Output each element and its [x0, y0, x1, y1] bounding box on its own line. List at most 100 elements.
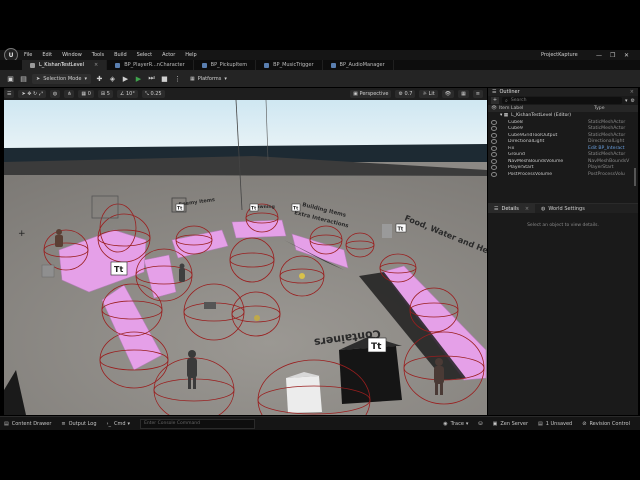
tab-audio-manager[interactable]: BP_AudioManager — [323, 60, 394, 70]
menu-build[interactable]: Build — [114, 52, 127, 58]
minimize-button[interactable]: — — [596, 52, 602, 59]
revision-control-label: Revision Control — [589, 420, 630, 427]
filter-icon[interactable]: ▾ — [625, 98, 628, 104]
selection-mode-button[interactable]: ➤ Selection Mode ▾ — [32, 73, 91, 84]
close-icon[interactable]: × — [525, 206, 529, 212]
outliner-row[interactable]: PostProcessVolume PostProcessVolu — [488, 171, 638, 178]
play-options-icon[interactable]: ⋮ — [173, 74, 182, 83]
output-log-button[interactable]: ≡ Output Log — [61, 421, 96, 427]
lit-label: Lit — [428, 91, 435, 97]
visibility-icon[interactable] — [491, 165, 497, 171]
visibility-icon[interactable] — [491, 158, 497, 164]
tab-details[interactable]: ☰ Details × — [488, 204, 536, 213]
right-panel: ☰ Outliner × + ⌕ Search ▾ ⚙ 👁 Item Label… — [488, 88, 638, 415]
stop-icon[interactable]: ■ — [160, 74, 169, 83]
surface-snap-icon[interactable]: ⋔ — [64, 90, 75, 98]
platforms-button[interactable]: ▦ Platforms ▾ — [186, 74, 231, 84]
menu-edit[interactable]: Edit — [42, 52, 52, 58]
text-actor-icon[interactable]: Tt — [395, 223, 407, 233]
menu-file[interactable]: File — [24, 52, 32, 58]
tab-label: L_KishanTestLevel — [39, 62, 85, 68]
outliner-columns: 👁 Item Label Type — [488, 105, 638, 112]
grid-icon: ⊞ — [100, 91, 106, 97]
outliner-level-row[interactable]: ▾ ▦ L_KishanTestLevel (Editor) — [488, 112, 638, 119]
browse-icon[interactable]: ▤ — [19, 74, 28, 83]
zen-server-button[interactable]: ▣ Zen Server — [493, 421, 528, 427]
lightbulb-icon: ☼ — [422, 91, 427, 97]
visibility-icon[interactable] — [491, 119, 497, 125]
close-button[interactable]: ✕ — [624, 52, 629, 59]
perspective-button[interactable]: ▣ Perspective — [350, 90, 392, 98]
level-viewport[interactable]: Enemy Items Spawning Building Items Extr… — [4, 100, 487, 415]
server-icon: ▣ — [492, 420, 498, 427]
maximize-button[interactable]: ❐ — [610, 52, 615, 59]
level-icon — [30, 62, 35, 68]
grid-size[interactable]: ⊞ 5 — [97, 90, 113, 98]
visibility-icon[interactable] — [491, 132, 497, 138]
derived-data-button[interactable]: ⛁ — [478, 421, 482, 427]
scale-snap[interactable]: ⤡ 0.25 — [141, 90, 165, 98]
search-box[interactable]: ⌕ Search — [502, 97, 622, 104]
translate-snap[interactable]: ▦ 0 — [78, 90, 94, 98]
level-name: L_KishanTestLevel (Editor) — [511, 113, 572, 118]
step-icon[interactable]: ⏭ — [147, 74, 156, 83]
outliner-scrollbar[interactable] — [634, 168, 636, 186]
close-icon[interactable]: × — [630, 89, 634, 95]
text-actor-icon[interactable]: Tt — [110, 261, 128, 276]
lit-button[interactable]: ☼ Lit — [419, 90, 438, 98]
chevron-down-icon: ▾ — [127, 420, 131, 427]
unsaved-button[interactable]: ▤ 1 Unsaved — [538, 421, 572, 427]
outliner-tab[interactable]: Outliner — [499, 89, 519, 95]
show-flags-icon[interactable]: 👁 — [441, 90, 455, 98]
menu-window[interactable]: Window — [62, 52, 82, 58]
pickup-item — [299, 273, 305, 279]
revision-control-button[interactable]: ⊘ Revision Control — [582, 421, 630, 427]
tab-world-settings[interactable]: ◍ World Settings — [535, 204, 591, 213]
text-actor-icon[interactable]: Tt — [249, 203, 259, 212]
trace-button[interactable]: ◉ Trace ▾ — [443, 421, 468, 427]
settings-icon[interactable]: ⚙ — [631, 98, 635, 104]
chevron-down-icon: ▾ — [224, 75, 227, 82]
tab-label: BP_AudioManager — [339, 62, 385, 68]
add-actor-button[interactable]: + — [491, 97, 499, 104]
tab-music-trigger[interactable]: BP_MusicTrigger — [256, 60, 323, 70]
menu-help[interactable]: Help — [185, 52, 196, 58]
menu-select[interactable]: Select — [137, 52, 152, 58]
save-icon[interactable]: ▣ — [6, 74, 15, 83]
camera-speed[interactable]: ⚙ 0.7 — [395, 90, 416, 98]
content-drawer-label: Content Drawer — [11, 420, 52, 427]
column-type[interactable]: Type — [594, 106, 605, 111]
console-input[interactable]: Enter Console Command — [140, 418, 256, 429]
viewport-options-icon[interactable]: ≡ — [472, 90, 483, 98]
content-drawer-button[interactable]: ▤ Content Drawer — [4, 421, 51, 427]
text-actor-glyph: Tt — [398, 227, 404, 233]
outliner-list: Cube8 StaticMeshActor Cube9 StaticMeshActo… — [488, 119, 638, 179]
close-icon[interactable]: × — [94, 62, 98, 68]
world-local-icon[interactable]: ◍ — [49, 90, 61, 98]
text-actor-icon[interactable]: Tt — [291, 203, 301, 212]
visibility-icon[interactable] — [491, 145, 497, 151]
text-actor-icon[interactable]: Tt — [175, 203, 185, 212]
add-content-icon[interactable]: ✚ — [95, 74, 104, 83]
menu-actor[interactable]: Actor — [162, 52, 175, 58]
column-item-label[interactable]: Item Label — [499, 106, 594, 111]
platforms-icon: ▦ — [189, 75, 195, 82]
tab-player-character[interactable]: BP_PlayerR...nCharacter — [107, 60, 194, 70]
cmd-dropdown[interactable]: ›_ Cmd ▾ — [107, 421, 131, 427]
text-actor-icon[interactable]: Tt — [367, 337, 387, 353]
visibility-icon[interactable] — [491, 126, 497, 132]
layout-icon[interactable]: ▦ — [458, 90, 469, 98]
blueprint-menu-icon[interactable]: ◈ — [108, 74, 117, 83]
transform-tools[interactable]: ➤ ✥ ↻ ⤢ — [18, 90, 46, 98]
tab-pickup-item[interactable]: BP_PickupItem — [194, 60, 257, 70]
edit-blueprint-link[interactable]: Edit BP_Interact — [588, 146, 625, 151]
visibility-icon[interactable] — [491, 171, 497, 177]
menu-tools[interactable]: Tools — [92, 52, 104, 58]
visibility-icon[interactable] — [491, 152, 497, 158]
tab-level[interactable]: L_KishanTestLevel × — [22, 60, 108, 70]
cinematics-icon[interactable]: ▶ — [121, 74, 130, 83]
play-icon[interactable]: ▶ — [134, 74, 143, 83]
rotate-snap[interactable]: ∠ 10° — [116, 90, 138, 98]
viewport-menu-icon[interactable]: ☰ — [4, 90, 15, 98]
visibility-icon[interactable] — [491, 139, 497, 145]
